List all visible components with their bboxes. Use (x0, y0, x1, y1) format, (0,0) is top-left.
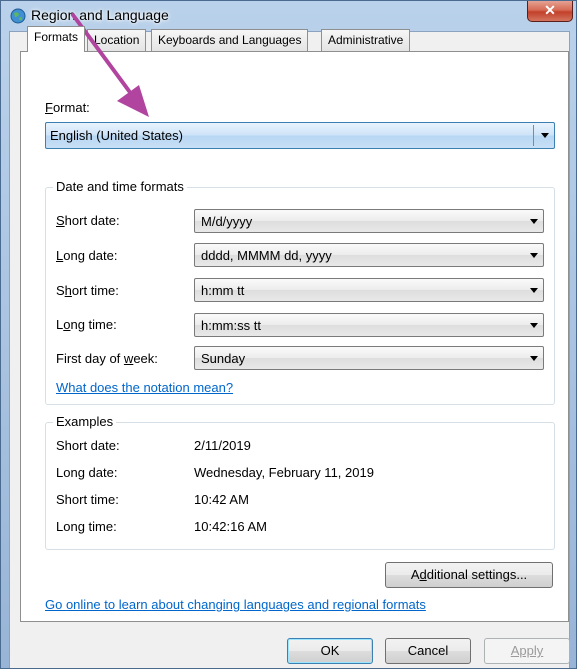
globe-icon (10, 8, 26, 24)
first-day-dropdown[interactable]: Sunday (194, 346, 544, 370)
region-language-window: Region and Language ✕ Formats Location K… (0, 0, 577, 669)
first-day-label: First day of week: (56, 351, 158, 366)
short-date-value: M/d/yyyy (201, 214, 253, 229)
first-day-label-text: eek: (133, 351, 158, 366)
format-label-text: ormat: (52, 100, 90, 115)
long-time-value: h:mm:ss tt (201, 318, 261, 333)
apply-button-label: Apply (510, 643, 544, 658)
examples-group (45, 422, 555, 550)
tab-administrative[interactable]: Administrative (321, 29, 411, 51)
close-icon: ✕ (544, 2, 556, 18)
example-long-date-label: Long date: (56, 465, 118, 480)
short-date-label-text: hort date: (64, 213, 120, 228)
close-button[interactable]: ✕ (527, 1, 573, 22)
long-time-dropdown[interactable]: h:mm:ss tt (194, 313, 544, 337)
short-time-label-pre: S (56, 283, 65, 298)
long-date-value: dddd, MMMM dd, yyyy (201, 248, 332, 263)
short-date-access-key: S (56, 213, 65, 228)
short-time-access-key: h (64, 283, 72, 298)
short-time-dropdown[interactable]: h:mm tt (194, 278, 544, 302)
tab-formats[interactable]: Formats (27, 26, 86, 52)
short-time-label-text: ort time: (71, 283, 119, 298)
chevron-down-icon (530, 253, 538, 258)
title-bar[interactable]: Region and Language ✕ (1, 1, 576, 31)
chevron-down-icon (530, 288, 538, 293)
first-day-access-key: w (123, 351, 134, 366)
short-date-dropdown[interactable]: M/d/yyyy (194, 209, 544, 233)
chevron-down-icon (530, 356, 538, 361)
format-label-access-key: F (45, 100, 53, 115)
short-date-label: Short date: (56, 213, 120, 228)
example-short-time-label: Short time: (56, 492, 119, 507)
tab-administrative-label: Administrative (328, 33, 404, 47)
long-date-dropdown[interactable]: dddd, MMMM dd, yyyy (194, 243, 544, 267)
tab-keyboards-and-languages[interactable]: Keyboards and Languages (151, 29, 309, 51)
short-time-value: h:mm tt (201, 283, 245, 298)
format-label: Format: (45, 100, 90, 115)
format-dropdown[interactable]: English (United States) (45, 122, 555, 149)
long-time-label: Long time: (56, 317, 117, 332)
notation-help-link[interactable]: What does the notation mean? (56, 380, 233, 395)
window-title: Region and Language (31, 7, 169, 23)
additional-settings-access-key: d (419, 567, 427, 582)
date-time-formats-title: Date and time formats (53, 179, 187, 194)
tab-formats-label: Formats (34, 30, 79, 44)
cancel-button[interactable]: Cancel (385, 638, 471, 664)
window-edge-left (1, 31, 9, 668)
chevron-down-icon (530, 219, 538, 224)
chevron-down-icon (541, 133, 549, 138)
window-edge-right (570, 31, 576, 668)
format-dropdown-value: English (United States) (50, 128, 183, 143)
first-day-value: Sunday (201, 351, 246, 366)
example-short-date-value: 2/11/2019 (194, 438, 251, 453)
chevron-down-icon (530, 323, 538, 328)
example-short-time-value: 10:42 AM (194, 492, 249, 507)
online-info-link[interactable]: Go online to learn about changing langua… (45, 597, 426, 612)
example-long-time-value: 10:42:16 AM (194, 519, 267, 534)
tab-location[interactable]: Location (87, 29, 147, 51)
additional-settings-button[interactable]: Additional settings... (385, 562, 553, 588)
example-short-date-label: Short date: (56, 438, 120, 453)
long-time-label-text: ng time: (70, 317, 117, 332)
apply-button[interactable]: Apply (484, 638, 570, 664)
format-dropdown-divider (533, 125, 534, 146)
short-time-label: Short time: (56, 283, 119, 298)
first-day-label-pre: First day of (56, 351, 124, 366)
long-date-label: Long date: (56, 248, 117, 263)
additional-settings-text: ditional settings... (426, 567, 528, 582)
tab-location-label: Location (94, 33, 140, 47)
example-long-time-label: Long time: (56, 519, 117, 534)
long-date-label-text: ong date: (63, 248, 118, 263)
ok-button[interactable]: OK (287, 638, 373, 664)
example-long-date-value: Wednesday, February 11, 2019 (194, 465, 374, 480)
tab-keyboards-label: Keyboards and Languages (158, 33, 302, 47)
examples-title: Examples (53, 414, 117, 429)
